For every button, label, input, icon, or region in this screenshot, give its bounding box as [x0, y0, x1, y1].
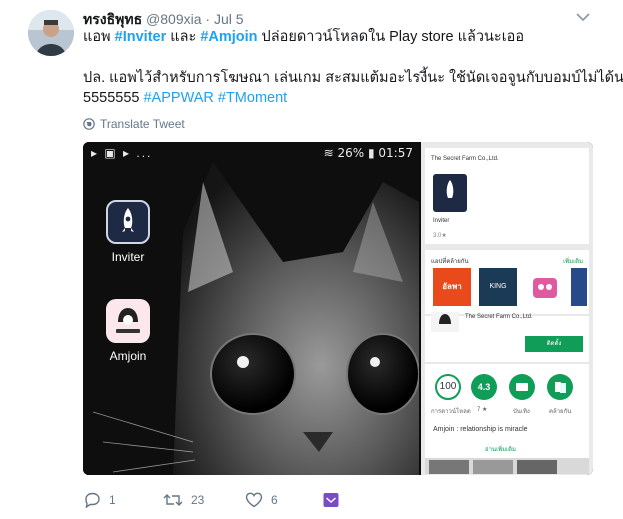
translate-label: Translate Tweet [100, 117, 185, 131]
reply-button[interactable]: 1 [83, 492, 116, 508]
store-app-rating: 3.0★ [433, 233, 447, 239]
store-developer: The Secret Farm Co.,Ltd. [431, 156, 499, 162]
install-button[interactable]: ติดตั้ง [525, 336, 583, 352]
like-count: 6 [271, 493, 278, 507]
developer-row: The Secret Farm Co.,Ltd. ติดตั้ง [425, 312, 589, 362]
amjoin-store-icon [431, 312, 459, 332]
battery-icon: ▮ [367, 146, 375, 160]
phone-screenshot: ▸ ▣ ▸ ... ≋ 26% ▮ 01:57 Inviter Amjoin [83, 142, 419, 475]
text-segment: และ [166, 29, 201, 45]
text-segment: 5555555 [83, 90, 140, 106]
chevron-down-icon[interactable] [576, 12, 590, 22]
status-right: ≋ 26% ▮ 01:57 [324, 146, 413, 160]
app-details-card: 100 4.3 การดาวน์โหลด 7 ★ บันเทิง คล้ายกั… [425, 364, 589, 474]
retweet-icon [163, 494, 183, 506]
like-button[interactable]: 6 [245, 492, 278, 508]
status-notification-icons: ▸ ▣ ▸ ... [91, 146, 153, 160]
screenshot-strip [425, 458, 589, 474]
similar-app-icon-4[interactable] [571, 268, 587, 306]
list-developer: The Secret Farm Co.,Ltd. [465, 314, 533, 320]
user-handle[interactable]: @809xia [146, 11, 201, 27]
reply-count: 1 [109, 493, 116, 507]
amjoin-app-icon[interactable] [106, 299, 150, 343]
status-time: 01:57 [378, 146, 413, 160]
read-more-link[interactable]: อ่านเพิ่มเติม [485, 444, 516, 454]
similar-app-icon-2[interactable]: KING [479, 268, 517, 306]
stat-caption-similar: คล้ายกัน [549, 409, 572, 415]
battery-percent: 26% [337, 146, 365, 160]
amjoin-app-label[interactable]: Amjoin [98, 349, 158, 363]
tweet-text-line-2: ปล. แอพไว้สำหรับการโฆษณา เล่นเกม สะสมแต้… [83, 70, 623, 86]
play-store-screenshot: The Secret Farm Co.,Ltd. Inviter 3.0★ แอ… [421, 142, 593, 475]
tweet-actions: 1 23 6 [83, 492, 433, 510]
app-card: The Secret Farm Co.,Ltd. Inviter 3.0★ [425, 148, 589, 244]
tweet-text-line-1: แอพ #Inviter และ #Amjoin ปล่อยดาวน์โหลดใ… [83, 27, 524, 47]
amjoin-logo-icon [116, 308, 140, 333]
app-description: Amjoin : relationship is miracle [433, 426, 528, 433]
retweet-count: 23 [191, 493, 205, 507]
stat-caption-downloads: การดาวน์โหลด [431, 409, 471, 415]
tweet-media[interactable]: ▸ ▣ ▸ ... ≋ 26% ▮ 01:57 Inviter Amjoin T… [83, 142, 593, 475]
cards-icon [547, 374, 573, 400]
text-segment: แอพ [83, 29, 115, 45]
retweet-button[interactable]: 23 [163, 492, 204, 508]
avatar[interactable] [28, 10, 74, 56]
ticket-icon [509, 374, 535, 400]
hashtag-appwar[interactable]: #APPWAR [143, 90, 213, 106]
reply-icon [85, 492, 100, 508]
similar-app-icon-3[interactable] [527, 268, 563, 306]
rocket-icon [122, 208, 134, 232]
wifi-icon: ≋ [323, 146, 334, 160]
rating-badge: 4.3 [471, 374, 497, 400]
hashtag-inviter[interactable]: #Inviter [115, 29, 167, 45]
text-segment: ปล่อยดาวน์โหลดใน Play store แล้วนะเออ [257, 29, 525, 45]
similar-app-icon-1[interactable]: อัลพา [433, 268, 471, 306]
tweet-header: ทรงธิพุทธ @809xia · Jul 5 [83, 10, 244, 28]
stat-caption-category: บันเทิง [513, 409, 530, 415]
similar-apps-card: แอปที่คล้ายกัน เพิ่มเติม อัลพา KING [425, 250, 589, 314]
similar-apps-more[interactable]: เพิ่มเติม [563, 256, 583, 266]
hashtag-amjoin[interactable]: #Amjoin [200, 29, 257, 45]
direct-message-button[interactable] [323, 492, 339, 508]
translate-tweet-link[interactable]: Translate Tweet [83, 117, 185, 131]
store-app-label: Inviter [433, 218, 450, 224]
similar-apps-title: แอปที่คล้ายกัน [431, 259, 469, 265]
inviter-app-icon[interactable] [106, 200, 150, 244]
avatar-photo [28, 10, 74, 56]
tweet-text-line-3: 5555555 #APPWAR #TMoment [83, 88, 287, 108]
stat-caption-rating: 7 ★ [477, 407, 488, 413]
display-name[interactable]: ทรงธิพุทธ [83, 11, 142, 27]
heart-icon [245, 492, 263, 508]
globe-icon [83, 118, 95, 130]
separator-dot: · [205, 11, 211, 27]
tweet-date[interactable]: Jul 5 [214, 11, 244, 27]
inviter-app-label[interactable]: Inviter [98, 250, 158, 264]
downloads-badge: 100 [435, 374, 461, 400]
inviter-store-icon [433, 174, 467, 212]
phone-status-bar: ▸ ▣ ▸ ... ≋ 26% ▮ 01:57 [83, 142, 419, 164]
envelope-icon [323, 493, 339, 507]
hashtag-tmoment[interactable]: #TMoment [218, 90, 287, 106]
